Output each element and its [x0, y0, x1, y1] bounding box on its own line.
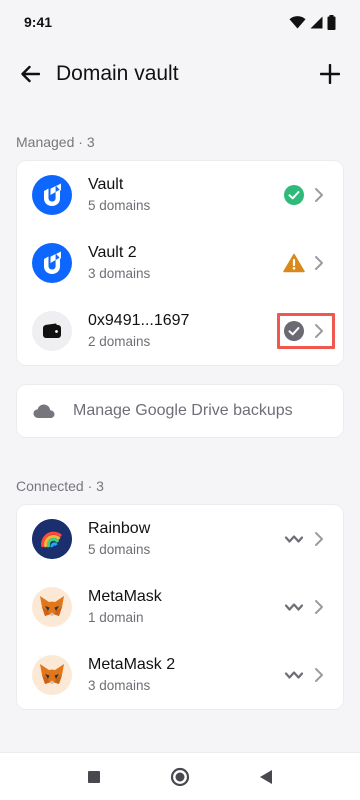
highlight-box — [277, 313, 335, 349]
wallet-name: MetaMask — [88, 588, 162, 605]
chevron-right-icon — [309, 597, 329, 617]
home-button[interactable] — [168, 765, 192, 789]
wifi-icon — [289, 15, 306, 28]
list-item[interactable]: Vault 2 3 domains — [17, 229, 343, 297]
list-item[interactable]: MetaMask 2 3 domains — [17, 641, 343, 709]
signal-icon — [310, 16, 323, 28]
check-circle-icon — [283, 320, 305, 342]
status-bar: 9:41 — [0, 0, 360, 44]
cloud-icon — [33, 404, 55, 418]
connected-section-label: Connected · 3 — [16, 478, 104, 494]
wallet-icon — [32, 311, 72, 351]
wallet-domain-count: 5 domains — [88, 542, 151, 557]
walletconnect-icon — [283, 664, 305, 686]
status-time: 9:41 — [24, 14, 53, 30]
wallet-name: Vault 2 — [88, 244, 137, 261]
add-button[interactable] — [316, 60, 344, 88]
chevron-right-icon — [309, 185, 329, 205]
back-nav-button[interactable] — [254, 765, 278, 789]
list-item[interactable]: Vault 5 domains — [17, 161, 343, 229]
wallet-domain-count: 1 domain — [88, 610, 144, 625]
square-icon — [88, 770, 100, 783]
app-bar: Domain vault — [0, 44, 360, 104]
manage-drive-backups-button[interactable]: Manage Google Drive backups — [16, 384, 344, 438]
wallet-domain-count: 3 domains — [88, 266, 151, 281]
system-nav-bar — [0, 752, 360, 800]
list-item[interactable]: MetaMask 1 domain — [17, 573, 343, 641]
list-item[interactable]: Rainbow 5 domains — [17, 505, 343, 573]
chevron-right-icon — [309, 253, 329, 273]
ud-logo-icon — [32, 175, 72, 215]
walletconnect-icon — [283, 528, 305, 550]
status-icons — [289, 14, 336, 30]
wallet-domain-count: 3 domains — [88, 678, 151, 693]
wallet-domain-count: 5 domains — [88, 198, 151, 213]
metamask-fox-icon — [32, 587, 72, 627]
arrow-left-icon — [21, 65, 40, 83]
wallet-name: Rainbow — [88, 520, 151, 537]
chevron-right-icon — [309, 529, 329, 549]
wallet-name: MetaMask 2 — [88, 656, 176, 673]
triangle-back-icon — [260, 769, 272, 784]
page-title: Domain vault — [56, 62, 179, 85]
managed-wallet-list: Vault 5 domains Vault 2 3 domains 0x9491… — [16, 160, 344, 366]
back-button[interactable] — [16, 60, 44, 88]
metamask-fox-icon — [32, 655, 72, 695]
recents-button[interactable] — [82, 765, 106, 789]
check-circle-icon — [283, 184, 305, 206]
wallet-name: 0x9491...1697 — [88, 312, 190, 329]
drive-backup-label: Manage Google Drive backups — [73, 402, 293, 419]
walletconnect-icon — [283, 596, 305, 618]
warning-triangle-icon — [283, 252, 305, 274]
plus-icon — [320, 64, 340, 84]
chevron-right-icon — [309, 665, 329, 685]
wallet-name: Vault — [88, 176, 124, 193]
list-item[interactable]: 0x9491...1697 2 domains — [17, 297, 343, 365]
wallet-domain-count: 2 domains — [88, 334, 151, 349]
home-circle-icon — [170, 767, 190, 786]
ud-logo-icon — [32, 243, 72, 283]
connected-wallet-list: Rainbow 5 domains MetaMask 1 domain Meta… — [16, 504, 344, 710]
rainbow-logo-icon — [32, 519, 72, 559]
battery-icon — [327, 14, 336, 30]
managed-section-label: Managed · 3 — [16, 134, 95, 150]
chevron-right-icon — [309, 321, 329, 341]
